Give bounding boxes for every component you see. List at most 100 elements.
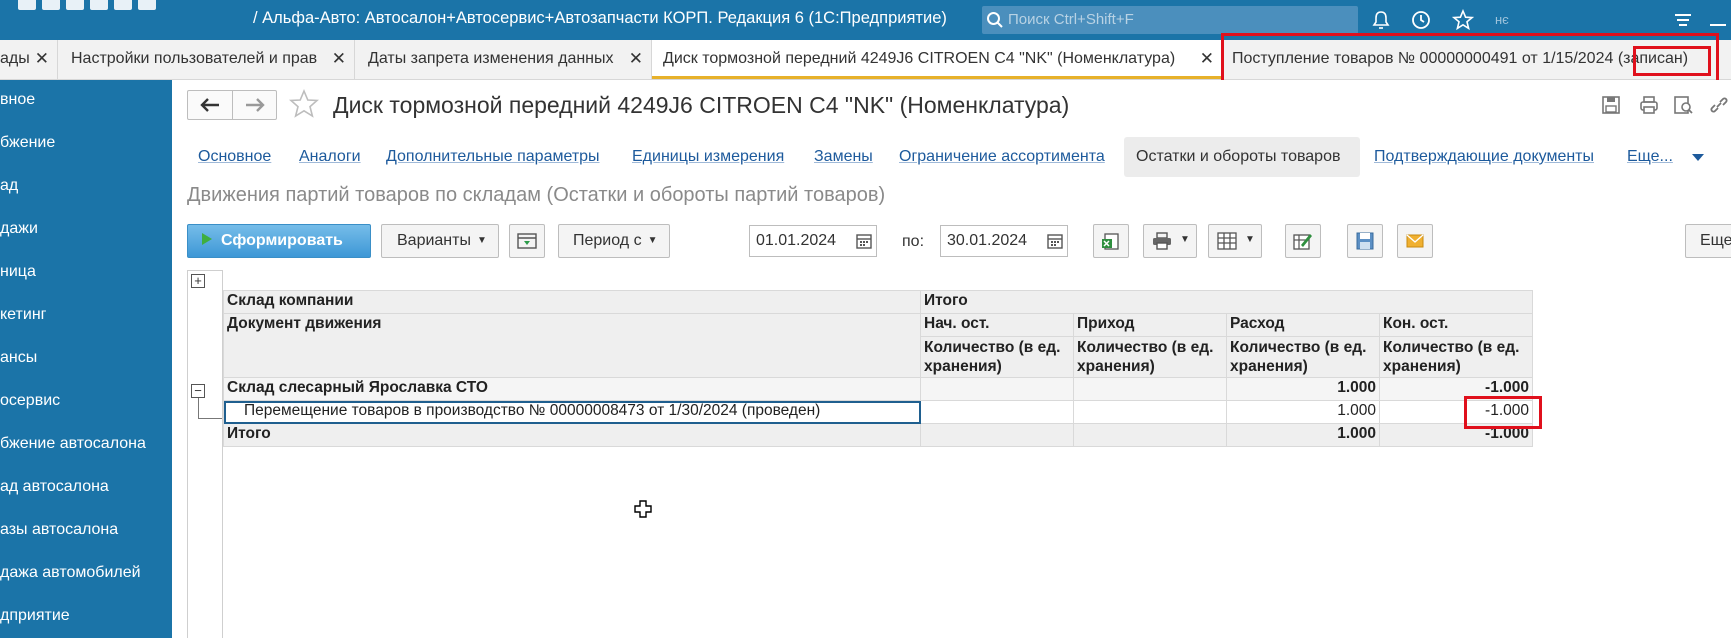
header-document: Документ движения xyxy=(223,313,921,378)
header-income: Приход xyxy=(1073,313,1227,337)
tab-label: Даты запрета изменения данных xyxy=(368,50,614,67)
link-additional-params[interactable]: Дополнительные параметры xyxy=(386,137,600,177)
sidebar-item-sales[interactable]: дажи xyxy=(0,209,172,249)
collapse-group-icon[interactable]: − xyxy=(191,384,205,398)
save-disk-icon xyxy=(1356,232,1374,250)
close-icon[interactable]: ✕ xyxy=(332,49,346,69)
period-label: Период с xyxy=(573,232,642,249)
group-tree-line xyxy=(198,398,199,418)
search-input[interactable]: Поиск Ctrl+Shift+F xyxy=(982,6,1358,34)
menu-icon[interactable] xyxy=(1672,9,1694,31)
tab-label: ады xyxy=(0,50,30,67)
preview-icon[interactable] xyxy=(1672,94,1694,116)
period-button[interactable]: Период с ▼ xyxy=(558,224,670,258)
favorite-star-icon[interactable] xyxy=(288,88,320,120)
link-replacements[interactable]: Замены xyxy=(814,137,873,177)
sidebar-item-marketing[interactable]: кетинг xyxy=(0,295,172,335)
send-email-button[interactable] xyxy=(1397,224,1433,258)
save-report-button[interactable] xyxy=(1347,224,1383,258)
tab-user-settings[interactable]: Настройки пользователей и прав ✕ xyxy=(58,40,355,79)
sidebar-item-finance[interactable]: ансы xyxy=(0,338,172,378)
panel-settings-icon xyxy=(517,233,537,249)
print-button[interactable]: ▼ xyxy=(1143,224,1197,258)
date-to-field[interactable]: 30.01.2024 xyxy=(940,225,1068,257)
table-row-group[interactable]: Склад слесарный Ярославка СТО 1.000 -1.0… xyxy=(223,377,1533,401)
header-qty: Количество (в ед. хранения) xyxy=(920,336,1074,378)
forward-arrow-icon[interactable] xyxy=(244,97,266,113)
report-spreadsheet: + − Склад компании Итого Документ движен… xyxy=(187,270,1731,638)
report-title: Движения партий товаров по складам (Оста… xyxy=(187,184,886,206)
sidebar-item-autoservice[interactable]: осервис xyxy=(0,381,172,421)
table-settings-button[interactable]: ▼ xyxy=(1208,224,1262,258)
header-qty: Количество (в ед. хранения) xyxy=(1379,336,1533,378)
chevron-down-icon[interactable] xyxy=(1692,154,1704,162)
date-from-value: 01.01.2024 xyxy=(756,232,837,249)
grouping-gutter xyxy=(187,270,223,638)
header-start-balance: Нач. ост. xyxy=(920,313,1074,337)
date-from-field[interactable]: 01.01.2024 xyxy=(749,225,877,257)
print-icon xyxy=(1153,232,1171,250)
search-placeholder: Поиск Ctrl+Shift+F xyxy=(1008,11,1134,28)
sidebar-item-retail[interactable]: ница xyxy=(0,252,172,292)
back-arrow-icon[interactable] xyxy=(199,97,221,113)
group-expense: 1.000 xyxy=(1226,377,1380,401)
sidebar-item-showroom-orders[interactable]: азы автосалона xyxy=(0,510,172,550)
minimize-icon[interactable] xyxy=(1707,9,1729,31)
envelope-icon xyxy=(1406,234,1424,248)
history-icon[interactable] xyxy=(1410,9,1432,31)
header-expense: Расход xyxy=(1226,313,1380,337)
expand-all-icon[interactable]: + xyxy=(191,274,205,288)
sidebar-item-enterprise[interactable]: дприятие xyxy=(0,596,172,636)
link-icon[interactable] xyxy=(1708,94,1730,116)
favorites-star-icon[interactable] xyxy=(1452,9,1474,31)
print-icon[interactable] xyxy=(1638,94,1660,116)
edit-result-button[interactable] xyxy=(1285,224,1321,258)
calendar-icon[interactable] xyxy=(1047,233,1063,249)
sidebar-item-warehouse[interactable]: ад xyxy=(0,166,172,206)
tab-date-lock[interactable]: Даты запрета изменения данных ✕ xyxy=(355,40,652,79)
close-icon[interactable]: ✕ xyxy=(35,49,49,69)
total-label: Итого xyxy=(223,423,921,447)
sidebar-item-main[interactable]: вное xyxy=(0,80,172,120)
edit-table-icon xyxy=(1293,234,1312,250)
more-label: Еще xyxy=(1700,232,1731,249)
save-disk-icon[interactable] xyxy=(1600,94,1622,116)
link-stock-turnover[interactable]: Остатки и обороты товаров xyxy=(1124,137,1360,177)
header-end-balance: Кон. ост. xyxy=(1379,313,1533,337)
link-supporting-docs[interactable]: Подтверждающие документы xyxy=(1374,137,1594,177)
link-main[interactable]: Основное xyxy=(198,137,271,177)
sections-sidebar: вное бжение ад дажи ница кетинг ансы осе… xyxy=(0,80,172,638)
main-content: Диск тормозной передний 4249J6 CITROEN C… xyxy=(172,80,1731,638)
export-excel-button[interactable] xyxy=(1093,224,1129,258)
sidebar-item-showroom-warehouse[interactable]: ад автосалона xyxy=(0,467,172,507)
report-table: Склад компании Итого Документ движения Н… xyxy=(223,290,1533,447)
sidebar-item-supply[interactable]: бжение xyxy=(0,123,172,163)
row-expense: 1.000 xyxy=(1226,400,1380,424)
header-row: Документ движения Нач. ост. Приход Расхо… xyxy=(223,313,1533,378)
calendar-icon[interactable] xyxy=(856,233,872,249)
link-analogs[interactable]: Аналоги xyxy=(299,137,361,177)
sidebar-item-showroom-supply[interactable]: бжение автосалона xyxy=(0,424,172,464)
link-units[interactable]: Единицы измерения xyxy=(632,137,784,177)
tab-nomenclature[interactable]: Диск тормозной передний 4249J6 CITROEN C… xyxy=(652,40,1223,79)
bell-icon[interactable] xyxy=(1370,9,1392,31)
link-assortment-limit[interactable]: Ограничение ассортимента xyxy=(899,137,1105,177)
generate-label: Сформировать xyxy=(221,232,343,249)
sidebar-item-car-sales[interactable]: дажа автомобилей xyxy=(0,553,172,593)
header-qty: Количество (в ед. хранения) xyxy=(1226,336,1380,378)
tab-partial[interactable]: ады ✕ xyxy=(0,40,58,79)
close-icon[interactable]: ✕ xyxy=(1200,49,1214,69)
total-row: Итого 1.000 -1.000 xyxy=(223,423,1533,447)
crosshair-cursor-icon xyxy=(634,500,652,518)
movement-document-cell[interactable]: Перемещение товаров в производство № 000… xyxy=(223,400,921,424)
generate-button[interactable]: Сформировать xyxy=(187,224,371,258)
settings-button[interactable] xyxy=(509,224,545,258)
more-button[interactable]: Еще xyxy=(1685,224,1731,258)
close-icon[interactable]: ✕ xyxy=(629,49,643,69)
group-warehouse-name: Склад слесарный Ярославка СТО xyxy=(223,377,921,401)
faint-indicator: нє xyxy=(1495,12,1509,27)
window-title: / Альфа-Авто: Автосалон+Автосервис+Автоз… xyxy=(253,9,947,27)
table-row[interactable]: Перемещение товаров в производство № 000… xyxy=(223,400,1533,424)
variants-button[interactable]: Варианты ▼ xyxy=(381,224,499,258)
link-more[interactable]: Еще... xyxy=(1627,137,1673,177)
